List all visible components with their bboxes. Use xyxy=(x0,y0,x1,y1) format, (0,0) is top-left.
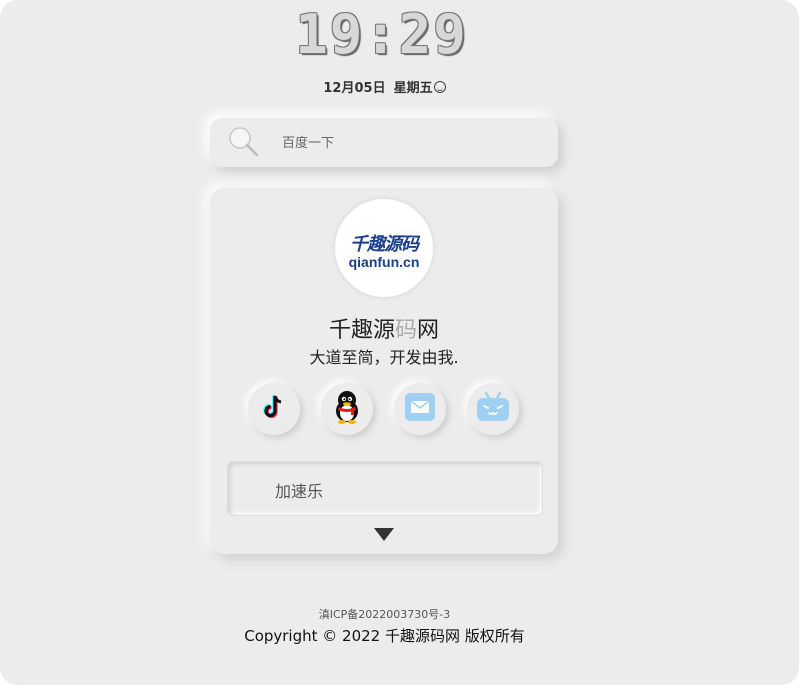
tiktok-icon xyxy=(259,392,289,426)
tiktok-button[interactable] xyxy=(248,383,300,435)
mail-icon xyxy=(404,392,436,426)
icp-link[interactable]: 滇ICP备2022003730号-3 xyxy=(0,606,769,622)
clock: 19:29 xyxy=(295,3,468,66)
links-box: 加速乐 xyxy=(227,461,543,516)
profile-card: 千趣源码 qianfun.cn 千趣源码网 大道至简，开发由我. 加速乐 xyxy=(210,188,558,554)
email-button[interactable] xyxy=(394,383,446,435)
expand-arrow-icon[interactable] xyxy=(374,527,394,542)
qq-button[interactable] xyxy=(321,383,373,435)
page: 19:29 12月05日星期五 千趣源码 qianfun.cn 千趣源码网 大道… xyxy=(0,0,799,685)
weekday-text: 星期五 xyxy=(393,81,433,96)
copyright-text: Copyright © 2022 千趣源码网 版权所有 xyxy=(244,627,525,645)
site-title: 千趣源码网 xyxy=(210,312,558,344)
search-icon[interactable] xyxy=(226,124,260,158)
search-input[interactable] xyxy=(282,128,542,158)
date-line: 12月05日 星期五 xyxy=(0,77,769,96)
search-bar[interactable] xyxy=(210,118,558,167)
bilibili-icon xyxy=(475,391,511,427)
tagline: 大道至简，开发由我. xyxy=(309,348,459,367)
qq-icon xyxy=(331,389,363,429)
site-title-part: 千趣源 xyxy=(328,318,395,343)
logo-text-cn: 千趣源码 xyxy=(350,234,419,255)
avatar: 千趣源码 qianfun.cn xyxy=(335,199,433,297)
site-title-part: 网 xyxy=(417,318,440,343)
bilibili-button[interactable] xyxy=(467,383,519,435)
date-text: 12月05日 xyxy=(323,81,386,96)
site-title-highlight: 码 xyxy=(394,318,417,343)
link-jiasule[interactable]: 加速乐 xyxy=(275,478,323,502)
smile-emoji-icon xyxy=(433,81,446,93)
logo-text-en: qianfun.cn xyxy=(348,254,420,270)
